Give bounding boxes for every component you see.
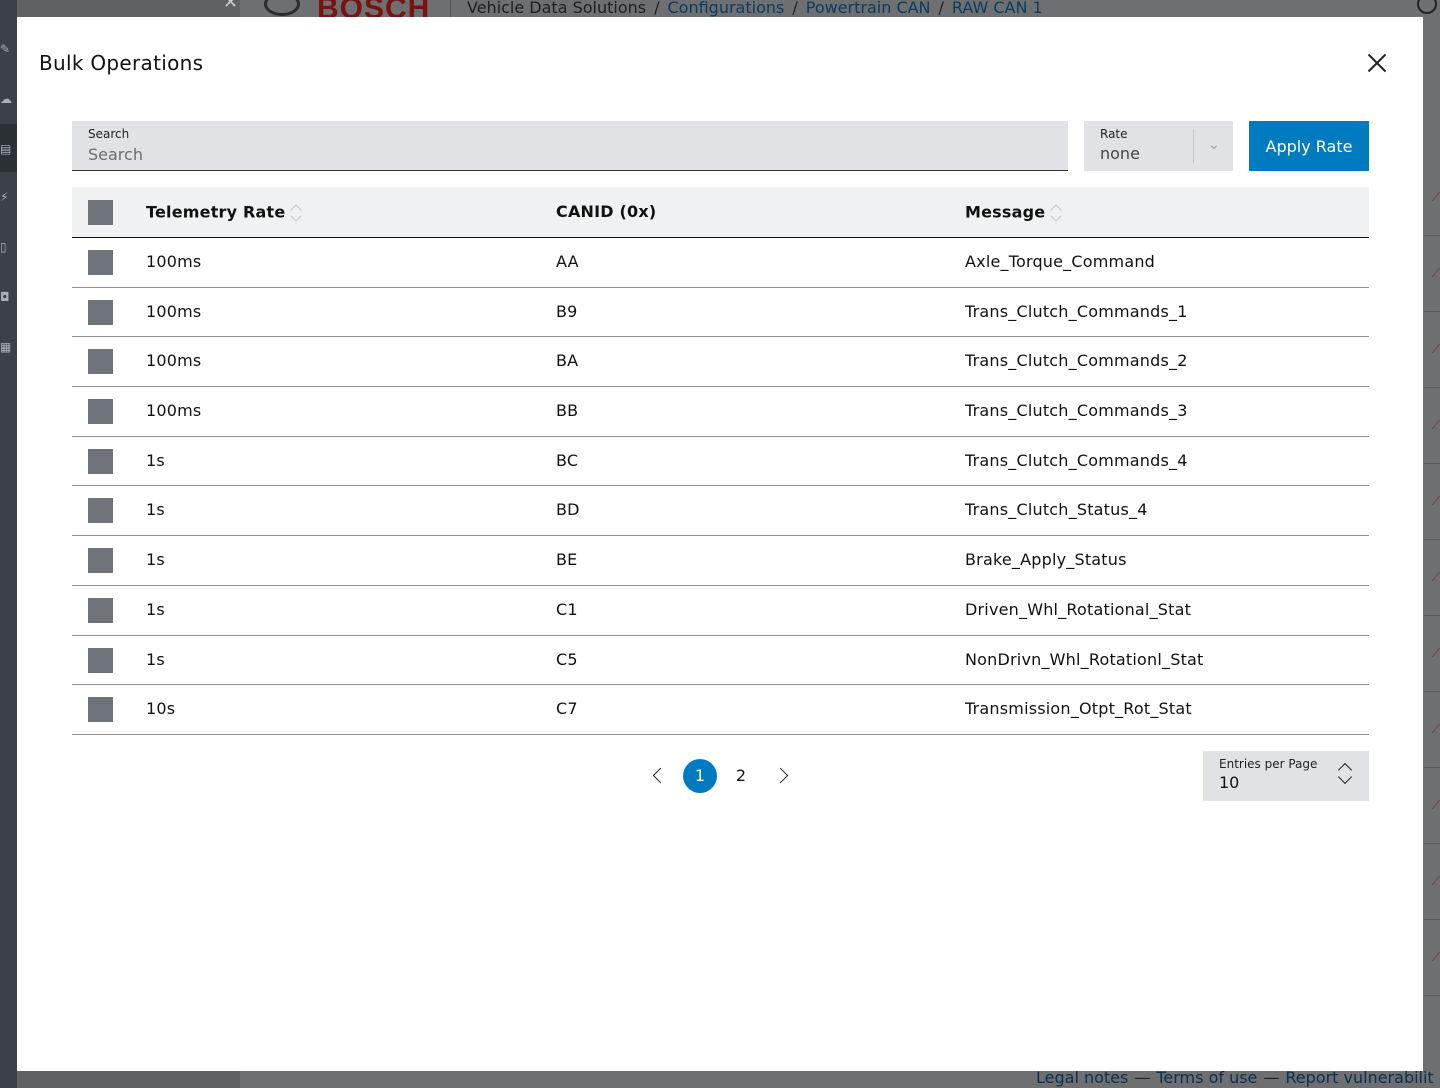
- rate-label: Rate: [1100, 127, 1128, 141]
- telemetry-rate-cell: 1s: [146, 550, 165, 570]
- car-icon: ◘: [0, 290, 10, 304]
- sort-icon[interactable]: [1050, 202, 1062, 224]
- message-cell: Trans_Clutch_Commands_2: [965, 351, 1188, 371]
- canid-cell: C5: [556, 649, 578, 669]
- lightning-icon: ⚡: [0, 190, 9, 204]
- telemetry-rate-cell: 1s: [146, 450, 165, 470]
- close-dialog-button[interactable]: [1365, 51, 1389, 75]
- breadcrumb: Vehicle Data Solutions / Configurations / Po…: [467, 0, 1043, 17]
- breadcrumb-separator: /: [938, 0, 944, 17]
- row-checkbox[interactable]: [88, 250, 113, 275]
- canid-cell: BA: [556, 351, 579, 371]
- edit-icon: ✎: [0, 42, 11, 56]
- messages-table: Telemetry Rate CANID (0x) Message 100ms A…: [72, 187, 1369, 735]
- breadcrumb-item-root: Vehicle Data Solutions: [467, 0, 647, 17]
- column-label: Message: [965, 202, 1046, 222]
- entries-per-page-select[interactable]: Entries per Page 10: [1203, 751, 1369, 801]
- select-divider: [1193, 129, 1194, 163]
- column-header-message[interactable]: Message: [965, 202, 1062, 224]
- message-cell: Brake_Apply_Status: [965, 550, 1127, 570]
- telemetry-rate-cell: 10s: [146, 699, 176, 719]
- canid-cell: C7: [556, 699, 578, 719]
- message-cell: Axle_Torque_Command: [965, 252, 1156, 271]
- apply-rate-button[interactable]: Apply Rate: [1249, 121, 1369, 171]
- canid-cell: C1: [556, 599, 578, 619]
- file-search-icon: ▦: [0, 340, 12, 354]
- app-sidebar: ✎ ☁ ▤ ⚡ ▯ ◘ ▦: [0, 0, 17, 1088]
- row-checkbox[interactable]: [88, 548, 113, 574]
- table-row[interactable]: 10s C7 Transmission_Otpt_Rot_Stat: [72, 685, 1369, 735]
- table-row[interactable]: 1s C1 Driven_Whl_Rotational_Stat: [72, 586, 1369, 636]
- row-checkbox[interactable]: [88, 299, 113, 325]
- search-input[interactable]: [88, 143, 1048, 165]
- table-row[interactable]: 1s BE Brake_Apply_Status: [72, 536, 1369, 586]
- message-cell: Trans_Clutch_Commands_4: [965, 450, 1188, 470]
- message-cell: Trans_Clutch_Commands_1: [965, 301, 1188, 321]
- message-cell: Transmission_Otpt_Rot_Stat: [965, 699, 1192, 719]
- message-cell: Driven_Whl_Rotational_Stat: [965, 599, 1192, 619]
- sort-icon[interactable]: [290, 202, 302, 224]
- canid-cell: BE: [556, 550, 578, 570]
- table-row[interactable]: 1s C5 NonDrivn_Whl_Rotationl_Stat: [72, 636, 1369, 686]
- telemetry-rate-cell: 100ms: [146, 252, 202, 271]
- telemetry-rate-cell: 100ms: [146, 351, 202, 371]
- select-all-checkbox[interactable]: [88, 200, 113, 225]
- breadcrumb-separator: /: [792, 0, 798, 17]
- message-cell: NonDrivn_Whl_Rotationl_Stat: [965, 649, 1204, 669]
- table-row[interactable]: 100ms AA Axle_Torque_Command: [72, 238, 1369, 288]
- search-label: Search: [88, 127, 130, 141]
- breadcrumb-item-powertrain[interactable]: Powertrain CAN: [806, 0, 931, 17]
- message-cell: Trans_Clutch_Status_4: [965, 500, 1148, 520]
- table-row[interactable]: 1s BD Trans_Clutch_Status_4: [72, 486, 1369, 537]
- column-label: Telemetry Rate: [146, 202, 286, 222]
- table-row[interactable]: 100ms B9 Trans_Clutch_Commands_1: [72, 288, 1369, 338]
- breadcrumb-separator: /: [654, 0, 660, 17]
- column-header-canid: CANID (0x): [556, 202, 657, 221]
- row-checkbox[interactable]: [88, 349, 113, 375]
- entries-per-page-value: 10: [1219, 773, 1240, 792]
- table-row[interactable]: 1s BC Trans_Clutch_Commands_4: [72, 437, 1369, 487]
- breadcrumb-item-raw-can[interactable]: RAW CAN 1: [952, 0, 1043, 17]
- background-table-edge: ⟋ ⟋ ⟋ ⟋ ⟋ ⟋ ⟋ ⟋ ⟋ ⟋ ⟋: [1424, 160, 1440, 1040]
- next-page-button[interactable]: [773, 766, 793, 786]
- chevron-down-icon: ⌄: [1208, 137, 1220, 153]
- telemetry-rate-cell: 100ms: [146, 401, 202, 421]
- telemetry-rate-cell: 100ms: [146, 301, 202, 321]
- canid-cell: BC: [556, 450, 579, 470]
- breadcrumb-item-configurations[interactable]: Configurations: [668, 0, 785, 17]
- previous-page-button[interactable]: [649, 766, 669, 786]
- page-button-2[interactable]: 2: [724, 759, 758, 793]
- row-checkbox[interactable]: [88, 448, 113, 474]
- page-button-1[interactable]: 1: [683, 759, 717, 793]
- search-field[interactable]: Search: [72, 121, 1068, 171]
- canid-cell: AA: [556, 252, 579, 271]
- entries-per-page-label: Entries per Page: [1219, 757, 1318, 771]
- telemetry-rate-cell: 1s: [146, 599, 165, 619]
- header-divider: [450, 0, 451, 17]
- table-row[interactable]: 100ms BA Trans_Clutch_Commands_2: [72, 337, 1369, 388]
- close-icon: ✕: [223, 0, 239, 13]
- bulk-operations-dialog: Bulk Operations Search Rate none ⌄ Apply…: [17, 17, 1423, 1071]
- telemetry-rate-cell: 1s: [146, 649, 165, 669]
- dialog-title: Bulk Operations: [39, 51, 204, 75]
- document-icon: ▤: [0, 142, 12, 156]
- rate-value: none: [1100, 144, 1140, 163]
- telemetry-rate-cell: 1s: [146, 500, 165, 520]
- row-checkbox[interactable]: [88, 697, 113, 723]
- canid-cell: B9: [556, 301, 578, 321]
- row-checkbox[interactable]: [88, 597, 113, 623]
- row-checkbox[interactable]: [88, 647, 113, 673]
- table-row[interactable]: 100ms BB Trans_Clutch_Commands_3: [72, 387, 1369, 437]
- row-checkbox[interactable]: [88, 498, 113, 524]
- canid-cell: BB: [556, 401, 579, 421]
- row-checkbox[interactable]: [88, 399, 113, 425]
- message-cell: Trans_Clutch_Commands_3: [965, 401, 1188, 421]
- column-header-telemetry-rate[interactable]: Telemetry Rate: [146, 202, 302, 224]
- table-body: 100ms AA Axle_Torque_Command 100ms B9 Trans_C…: [72, 238, 1369, 735]
- cloud-icon: ☁: [0, 92, 12, 106]
- canid-cell: BD: [556, 500, 580, 520]
- device-icon: ▯: [0, 240, 7, 254]
- table-header: Telemetry Rate CANID (0x) Message: [72, 187, 1369, 238]
- rate-select[interactable]: Rate none ⌄: [1084, 121, 1233, 171]
